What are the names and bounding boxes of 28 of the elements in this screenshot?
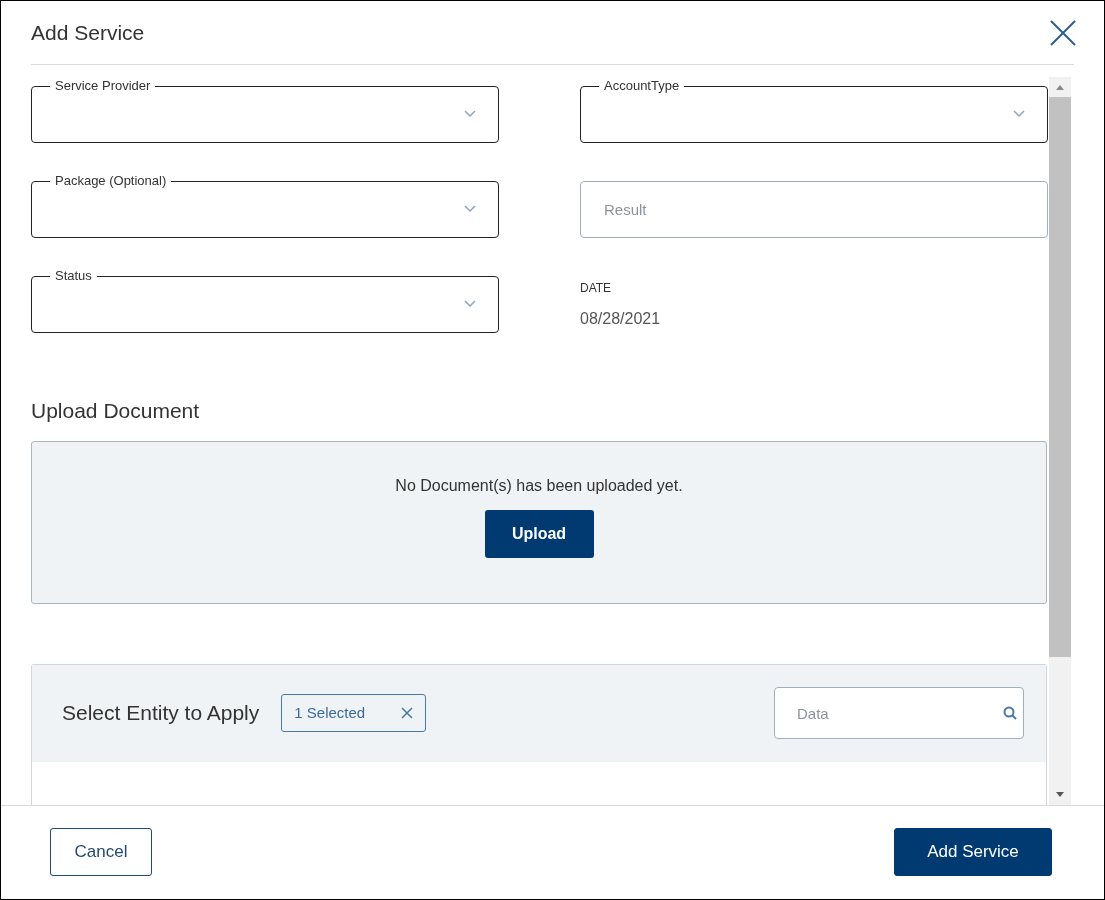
chevron-down-icon bbox=[464, 110, 476, 118]
chevron-down-icon bbox=[1013, 110, 1025, 118]
date-label: DATE bbox=[580, 280, 613, 297]
field-label: Status bbox=[54, 270, 93, 282]
cancel-button[interactable]: Cancel bbox=[50, 827, 152, 876]
select-field[interactable]: AccountType bbox=[580, 80, 1048, 143]
select-field[interactable]: Package (Optional) bbox=[31, 175, 499, 238]
select-field[interactable]: Status bbox=[31, 270, 499, 333]
dialog-title: Add Service bbox=[31, 19, 145, 46]
result-field[interactable]: Result bbox=[580, 181, 1048, 238]
empty-message: No Document(s) has been uploaded yet. bbox=[395, 475, 683, 496]
scrollbar[interactable] bbox=[1049, 77, 1071, 805]
select-field[interactable]: Service Provider bbox=[31, 80, 499, 143]
field-label: Service Provider bbox=[54, 80, 152, 92]
add-service-button[interactable]: Add Service bbox=[894, 827, 1052, 876]
selected-chip[interactable]: 1 Selected bbox=[281, 694, 427, 732]
chevron-down-icon bbox=[464, 300, 476, 308]
close-icon[interactable] bbox=[1050, 19, 1076, 46]
chevron-down-icon bbox=[464, 205, 476, 213]
date-value: 08/28/2021 bbox=[580, 309, 662, 329]
search-field[interactable]: Data bbox=[774, 687, 1024, 739]
search-icon bbox=[1003, 706, 1017, 720]
field-label: AccountType bbox=[603, 80, 681, 92]
close-icon[interactable] bbox=[401, 707, 414, 719]
upload-button[interactable]: Upload bbox=[484, 509, 594, 558]
field-label: Package (Optional) bbox=[54, 175, 168, 187]
entity-heading: Select Entity to Apply bbox=[62, 700, 260, 727]
section-heading: Upload Document bbox=[31, 398, 201, 424]
